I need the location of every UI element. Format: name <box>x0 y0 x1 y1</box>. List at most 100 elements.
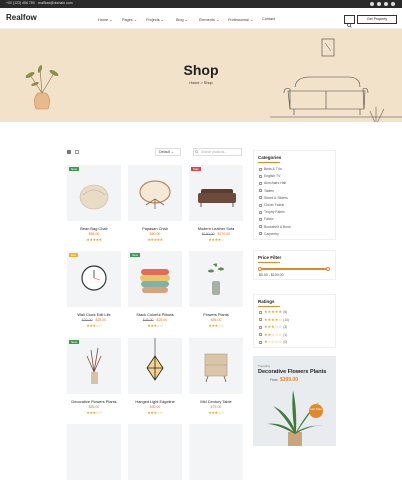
category-item[interactable]: Armchairs Hall <box>259 181 286 185</box>
product-name[interactable]: Papasan Chair <box>128 226 182 231</box>
nav-home[interactable]: Home ⌄ <box>98 17 112 22</box>
product-current-price: $45.00 <box>210 318 222 322</box>
product-badge: Sale <box>191 167 202 171</box>
rating-checkbox[interactable] <box>259 340 262 344</box>
page-title: Shop <box>183 62 219 78</box>
promo-plant-image <box>267 390 323 446</box>
rating-filter-item[interactable]: ★★★★☆ (10) <box>259 317 289 322</box>
product-price: $55.00 <box>67 405 121 409</box>
nav-pages[interactable]: Pages ⌄ <box>122 17 137 22</box>
rating-checkbox[interactable] <box>259 318 262 321</box>
product-card[interactable] <box>189 338 243 394</box>
rating-checkbox[interactable] <box>259 325 262 329</box>
product-card[interactable] <box>128 165 182 221</box>
product-card[interactable]: New <box>128 251 182 307</box>
product-name[interactable]: Flowers Plants <box>189 312 243 317</box>
category-item[interactable]: Trophy Fabric <box>259 210 285 214</box>
category-label: Beds & TVs <box>264 167 282 171</box>
category-item[interactable]: Fabric <box>259 217 273 221</box>
twitter-icon[interactable] <box>384 2 388 6</box>
category-checkbox[interactable] <box>259 232 262 236</box>
category-item[interactable]: Beds & TVs <box>259 167 282 171</box>
product-name[interactable]: Modern Leather Sofa <box>189 226 243 231</box>
product-name[interactable]: Hanged Light Edgeline <box>128 399 182 404</box>
product-card[interactable]: Hot <box>67 251 121 307</box>
category-checkbox[interactable] <box>259 196 262 200</box>
product-name[interactable]: Wall Clock Edit Life <box>67 312 121 317</box>
product-card[interactable] <box>189 251 243 307</box>
facebook-icon[interactable] <box>377 2 381 6</box>
rating-count: (0) <box>283 340 288 344</box>
product-price: $30.00 <box>128 405 182 409</box>
product-current-price: $75.00 <box>210 405 222 409</box>
category-checkbox[interactable] <box>259 218 262 221</box>
list-view-icon[interactable] <box>75 150 79 154</box>
title-underline <box>258 306 280 307</box>
product-image <box>139 180 171 209</box>
nav-blog[interactable]: Blog ⌄ <box>176 17 188 22</box>
rating-checkbox[interactable] <box>259 310 262 314</box>
category-label: English TV <box>264 174 281 179</box>
get-property-button[interactable]: Get Property <box>357 15 397 24</box>
product-card[interactable]: New <box>67 165 121 221</box>
phone-icon[interactable] <box>370 2 374 6</box>
category-checkbox[interactable] <box>259 167 262 171</box>
product-card[interactable] <box>128 338 182 394</box>
category-item[interactable]: Clover Fabric <box>259 203 284 207</box>
product-card[interactable]: New <box>67 338 121 394</box>
product-current-price: $60.00 <box>149 232 161 236</box>
product-card[interactable]: Sale <box>189 165 243 221</box>
instagram-icon[interactable] <box>391 2 395 6</box>
category-item[interactable]: Carpentry <box>259 232 279 236</box>
rating-checkbox[interactable] <box>259 333 262 336</box>
product-current-price: $170.00 <box>217 232 231 236</box>
nav-contact[interactable]: Contact <box>262 17 275 21</box>
nav-elements[interactable]: Elements ⌄ <box>199 17 219 22</box>
ratings-title: Ratings <box>258 299 275 304</box>
product-name[interactable]: Mid Century Table <box>189 399 243 404</box>
category-checkbox[interactable] <box>259 225 262 229</box>
product-image <box>81 265 107 291</box>
product-image <box>204 353 228 383</box>
category-label: Fabric <box>264 217 274 222</box>
rating-filter-item[interactable]: ★★★★★ (6) <box>259 309 287 314</box>
product-card[interactable] <box>128 424 182 480</box>
category-item[interactable]: Tables <box>259 189 274 193</box>
logo[interactable]: Realfow <box>6 13 37 22</box>
nav-projects[interactable]: Projects ⌄ <box>146 17 164 22</box>
category-item[interactable]: Bookshelf & Book <box>259 225 291 229</box>
search-button[interactable] <box>344 15 355 28</box>
product-rating-stars: ★★★★★ <box>86 237 102 242</box>
category-checkbox[interactable] <box>259 182 262 185</box>
topbar-email: realflow@domain.com <box>38 1 73 5</box>
product-name[interactable]: Stack Colorful Pillows <box>128 312 182 317</box>
category-checkbox[interactable] <box>259 210 262 214</box>
rating-filter-item[interactable]: ★★☆☆☆ (1) <box>259 332 287 337</box>
promo-banner[interactable]: Trending Decorative Flowers Plants From … <box>253 356 336 446</box>
category-checkbox[interactable] <box>259 203 262 207</box>
product-name[interactable]: Decorative Flowers Plants <box>67 399 121 404</box>
grid-view-icon[interactable] <box>67 150 71 154</box>
product-card[interactable] <box>67 424 121 480</box>
price-slider-min-handle[interactable] <box>258 266 262 271</box>
categories-panel: Categories Beds & TVs English TV Armchairs… <box>253 150 336 240</box>
sort-select[interactable]: Default ⌄ <box>155 148 181 156</box>
search-input[interactable]: Search products... <box>193 148 242 156</box>
price-slider-max-handle[interactable] <box>326 266 330 271</box>
product-rating-stars: ★★★☆☆ <box>86 323 102 328</box>
nav-professional[interactable]: Professional ⌄ <box>228 17 253 22</box>
hot-sale-sticker: Hot Sale <box>309 404 323 418</box>
rating-filter-item[interactable]: ★★★☆☆ (3) <box>259 324 287 329</box>
search-icon <box>195 150 199 154</box>
category-label: Tables <box>264 188 274 193</box>
category-item[interactable]: English TV <box>259 174 280 178</box>
category-item[interactable]: Sliced & Sliders <box>259 196 288 200</box>
category-checkbox[interactable] <box>259 174 262 178</box>
category-label: Armchairs Hall <box>264 181 287 186</box>
product-name[interactable]: Bean Bag Chair <box>67 226 121 231</box>
product-price: $60.00 <box>128 232 182 236</box>
rating-filter-item[interactable]: ★☆☆☆☆ (0) <box>259 339 287 344</box>
price-slider-track[interactable] <box>259 268 329 270</box>
product-card[interactable] <box>189 424 243 480</box>
category-checkbox[interactable] <box>259 189 262 193</box>
